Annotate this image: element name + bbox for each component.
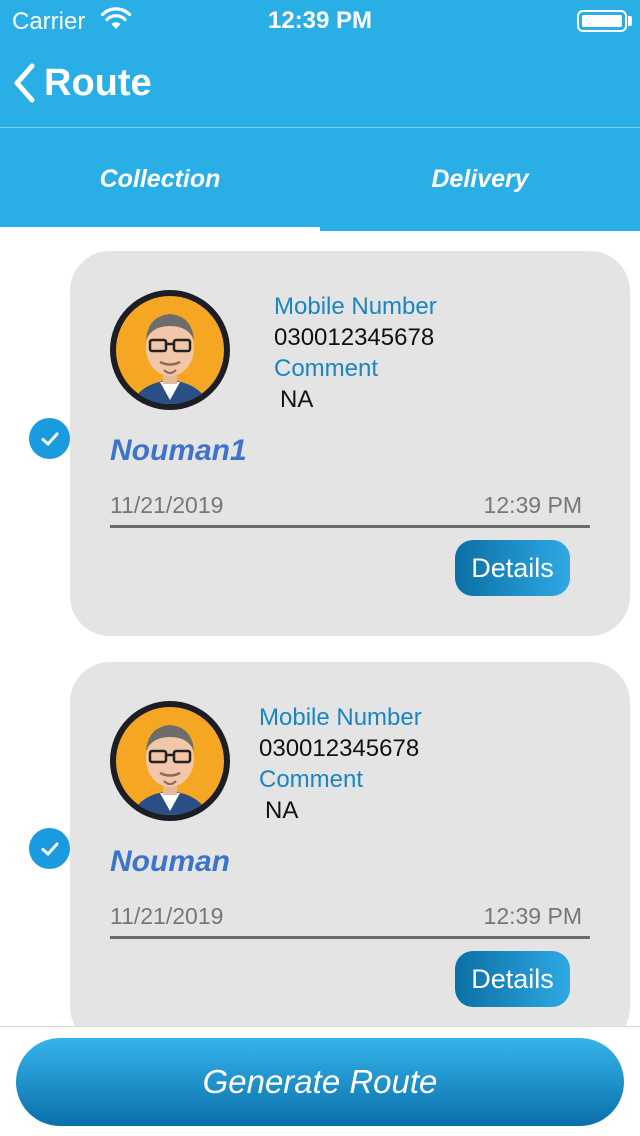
customer-name: Nouman	[110, 845, 230, 878]
checkmark-circle-icon[interactable]	[29, 418, 70, 459]
footer-bar: Generate Route	[0, 1026, 640, 1136]
time-label: 12:39 PM	[483, 903, 582, 929]
generate-route-label: Generate Route	[202, 1063, 438, 1100]
tab-collection[interactable]: Collection	[0, 128, 320, 231]
details-button[interactable]: Details	[455, 540, 570, 596]
date-label: 11/21/2019	[110, 492, 224, 518]
comment-value: NA	[265, 797, 299, 824]
customer-card: Mobile Number 030012345678 Comment NA No…	[70, 251, 630, 636]
status-time: 12:39 PM	[267, 7, 373, 34]
customer-name: Nouman1	[110, 434, 247, 467]
generate-route-button[interactable]: Generate Route	[16, 1038, 624, 1126]
avatar	[110, 701, 230, 821]
card-divider	[110, 525, 590, 528]
battery-icon	[577, 10, 627, 32]
checkmark-circle-icon[interactable]	[29, 828, 70, 869]
comment-label: Comment	[259, 766, 364, 793]
tab-delivery[interactable]: Delivery	[320, 128, 640, 231]
details-button-label: Details	[471, 963, 554, 994]
battery-tip	[628, 16, 632, 26]
page-title: Route	[44, 61, 152, 104]
mobile-number-label: Mobile Number	[274, 293, 437, 320]
tab-collection-label: Collection	[99, 165, 221, 193]
navigation-bar: Route	[0, 40, 640, 128]
details-button-label: Details	[471, 552, 554, 583]
time-label: 12:39 PM	[483, 492, 582, 518]
chevron-left-icon	[14, 63, 35, 103]
tab-delivery-label: Delivery	[431, 165, 529, 193]
selected-tab-indicator	[0, 227, 320, 231]
details-button[interactable]: Details	[455, 951, 570, 1007]
comment-value: NA	[280, 386, 314, 413]
customer-card: Mobile Number 030012345678 Comment NA No…	[70, 662, 630, 1047]
back-button[interactable]: Route	[10, 56, 152, 110]
date-label: 11/21/2019	[110, 903, 224, 929]
header-bar: Carrier 12:39 PM Route Collection Delive…	[0, 0, 640, 231]
mobile-number-value: 030012345678	[259, 735, 420, 762]
tab-bar: Collection Delivery	[0, 128, 640, 231]
status-bar: Carrier 12:39 PM	[0, 0, 640, 40]
avatar	[110, 290, 230, 410]
comment-label: Comment	[274, 355, 379, 382]
card-divider	[110, 936, 590, 939]
mobile-number-label: Mobile Number	[259, 704, 422, 731]
mobile-number-value: 030012345678	[274, 324, 435, 351]
